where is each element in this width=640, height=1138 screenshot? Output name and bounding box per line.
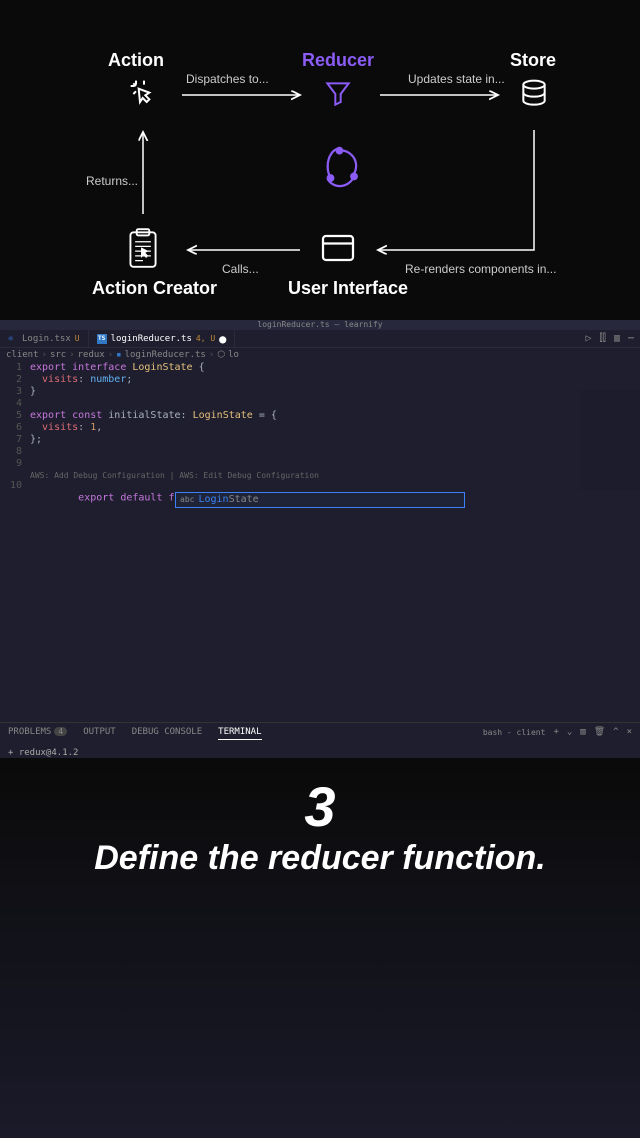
step-number: 3 [304, 774, 335, 839]
diagram-updates-label: Updates state in... [408, 72, 505, 86]
panel-tab-problems[interactable]: PROBLEMS4 [8, 727, 67, 740]
close-panel-icon[interactable]: × [627, 727, 632, 737]
panel-tab-output[interactable]: OUTPUT [83, 727, 116, 740]
split-icon[interactable]: ⫿⫿ [600, 333, 606, 344]
redux-flow-diagram: Action Reducer Store Action Creator User… [0, 0, 640, 320]
split-terminal-icon[interactable]: ▥ [580, 727, 585, 737]
line-numbers: 123456789 10 [0, 362, 30, 492]
typescript-icon: TS [97, 334, 107, 344]
cursor-click-icon [128, 78, 160, 115]
overlay-caption: 3 Define the reducer function. [0, 758, 640, 1138]
redux-logo-icon [312, 140, 368, 201]
funnel-icon [322, 78, 354, 115]
layout-icon[interactable]: ▥ [614, 333, 620, 344]
diagram-action-label: Action [108, 50, 164, 71]
diagram-rerenders-label: Re-renders components in... [405, 262, 556, 276]
editor-tabs: ⚛ Login.tsx U TS loginReducer.ts 4, U ● … [0, 330, 640, 348]
panel-tab-terminal[interactable]: TERMINAL [218, 727, 261, 740]
step-description: Define the reducer function. [94, 839, 546, 878]
dirty-indicator: ● [219, 335, 226, 343]
autocomplete-popup[interactable]: abc LoginState [175, 492, 465, 508]
database-icon [518, 76, 550, 117]
window-icon [320, 232, 356, 269]
vscode-window: loginReducer.ts — learnify ⚛ Login.tsx U… [0, 320, 640, 758]
add-terminal-icon[interactable]: + [553, 727, 558, 737]
tab-login-tsx[interactable]: ⚛ Login.tsx U [0, 330, 89, 347]
more-icon[interactable]: ⋯ [628, 333, 634, 344]
diagram-action-creator-label: Action Creator [92, 278, 217, 299]
dropdown-icon[interactable]: ⌄ [567, 727, 572, 737]
maximize-icon[interactable]: ^ [613, 727, 618, 737]
tab-login-reducer[interactable]: TS loginReducer.ts 4, U ● [89, 330, 236, 347]
diagram-calls-label: Calls... [222, 262, 259, 276]
shell-name[interactable]: bash - client [483, 728, 546, 737]
diagram-store-label: Store [510, 50, 556, 71]
aws-codelens[interactable]: AWS: Add Debug Configuration | AWS: Edit… [30, 470, 640, 480]
abc-icon: abc [180, 494, 194, 506]
window-title: loginReducer.ts — learnify [0, 320, 640, 330]
clipboard-icon [124, 226, 162, 275]
diagram-ui-label: User Interface [288, 278, 408, 299]
breadcrumb[interactable]: client› src› redux› ▪loginReducer.ts› ⬡l… [0, 348, 640, 362]
diagram-reducer-label: Reducer [302, 50, 374, 71]
panel-tab-debug[interactable]: DEBUG CONSOLE [132, 727, 202, 740]
run-icon[interactable]: ▷ [586, 333, 592, 344]
diagram-returns-label: Returns... [86, 174, 138, 188]
trash-icon[interactable]: 🗑 [594, 727, 605, 737]
code-editor[interactable]: 123456789 10 export interface LoginState… [0, 362, 640, 492]
react-icon: ⚛ [8, 334, 18, 344]
diagram-dispatches-label: Dispatches to... [186, 72, 269, 86]
minimap[interactable] [580, 390, 640, 490]
